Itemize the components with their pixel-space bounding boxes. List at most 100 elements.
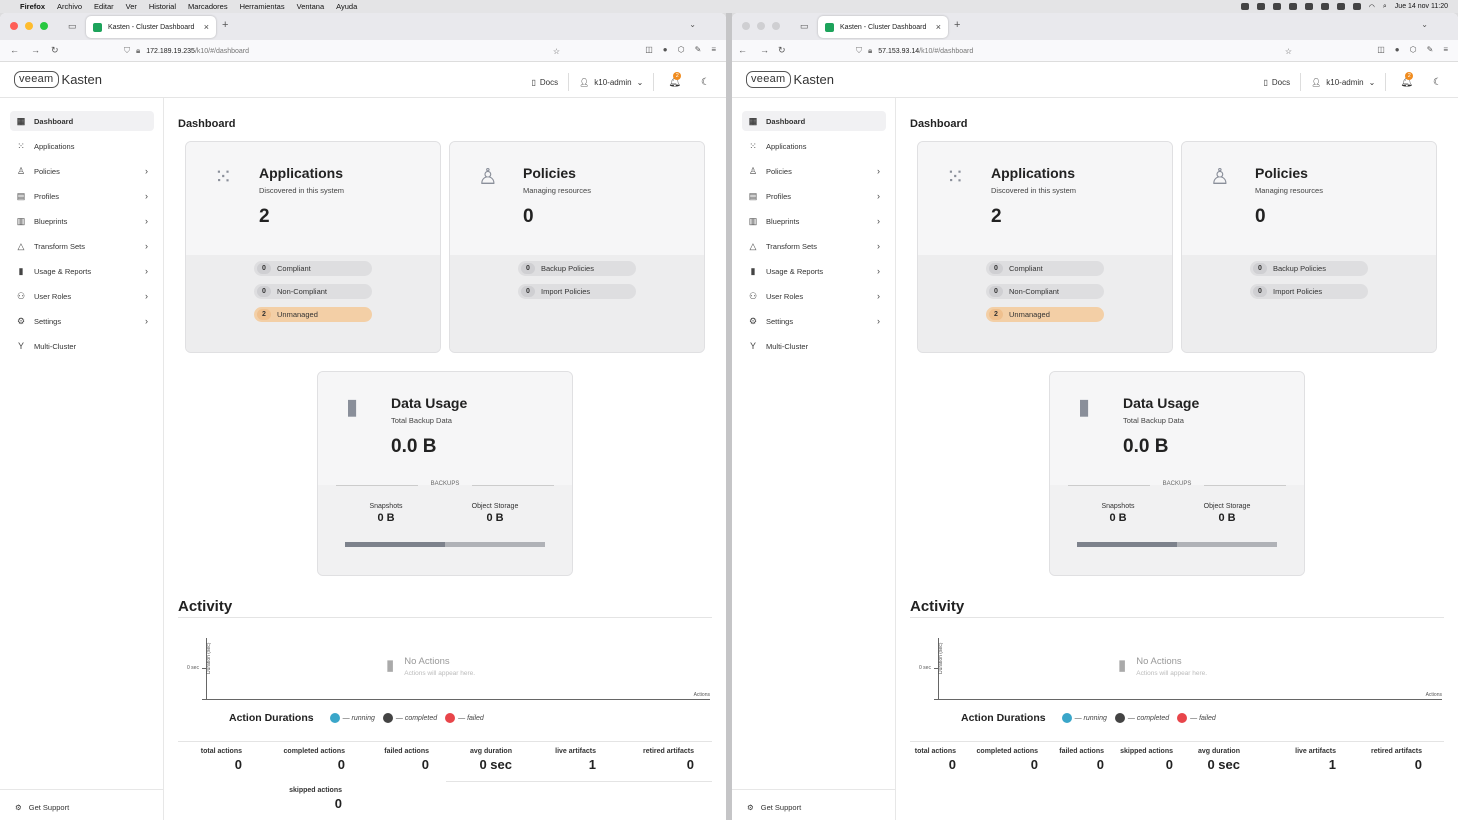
- close-window-button[interactable]: [742, 22, 750, 30]
- menu-ayuda[interactable]: Ayuda: [336, 2, 357, 11]
- pill-import-policies[interactable]: 0 Import Policies: [518, 284, 636, 299]
- get-support-link[interactable]: ⚙ Get Support: [15, 803, 69, 812]
- sidebar-item-usage-reports[interactable]: ▮ Usage & Reports ›: [742, 261, 886, 281]
- sidebar-item-blueprints[interactable]: ▥ Blueprints ›: [742, 211, 886, 231]
- sidebar-item-profiles[interactable]: ▤ Profiles ›: [10, 186, 154, 206]
- docs-link[interactable]: ▯ Docs: [1263, 78, 1290, 87]
- menu-icon[interactable]: ≡: [1443, 45, 1448, 54]
- user-menu[interactable]: 👤︎ k10-admin ⌄: [579, 78, 643, 87]
- sidebar-item-applications[interactable]: ⁙ Applications: [10, 136, 154, 156]
- clock[interactable]: Jue 14 nov 11:20: [1395, 3, 1448, 10]
- sidebar-item-transform-sets[interactable]: △ Transform Sets ›: [742, 236, 886, 256]
- sidebar-item-settings[interactable]: ⚙ Settings ›: [742, 311, 886, 331]
- sidebar-item-user-roles[interactable]: ⚇ User Roles ›: [10, 286, 154, 306]
- sidebar-item-profiles[interactable]: ▤ Profiles ›: [742, 186, 886, 206]
- reload-icon[interactable]: ↻: [51, 45, 59, 56]
- tab-overview-icon[interactable]: ▭: [800, 21, 809, 32]
- applications-card[interactable]: ⁙ Applications Discovered in this system…: [185, 141, 441, 353]
- status-icon[interactable]: [1352, 3, 1361, 10]
- menu-icon[interactable]: ≡: [711, 45, 716, 54]
- lock-icon[interactable]: 🔒︎: [136, 46, 140, 56]
- status-icon[interactable]: [1240, 3, 1249, 10]
- pill-backup-policies[interactable]: 0 Backup Policies: [518, 261, 636, 276]
- browser-tab[interactable]: Kasten - Cluster Dashboard ×: [86, 16, 216, 38]
- minimize-window-button[interactable]: [757, 22, 765, 30]
- reload-icon[interactable]: ↻: [778, 45, 786, 56]
- browser-tab[interactable]: Kasten - Cluster Dashboard ×: [818, 16, 948, 38]
- sidebar-item-multi-cluster[interactable]: Y Multi-Cluster: [10, 336, 154, 356]
- url-bar[interactable]: ⛉ 🔒︎ 57.153.93.14/k10/#/dashboard ☆: [848, 42, 1300, 60]
- legend-completed[interactable]: — completed: [1114, 713, 1169, 723]
- dark-mode-moon-icon[interactable]: ☾: [1433, 77, 1442, 88]
- status-icon[interactable]: [1288, 3, 1297, 10]
- zoom-window-button[interactable]: [40, 22, 48, 30]
- search-icon[interactable]: ⌕: [1383, 3, 1387, 11]
- status-icon[interactable]: [1336, 3, 1345, 10]
- status-icon[interactable]: [1320, 3, 1329, 10]
- forward-icon[interactable]: →: [760, 45, 769, 55]
- extensions-icon[interactable]: ⬡: [1410, 45, 1417, 54]
- forward-icon[interactable]: →: [31, 45, 40, 55]
- zoom-window-button[interactable]: [772, 22, 780, 30]
- lock-icon[interactable]: 🔒︎: [868, 46, 872, 56]
- veeam-kasten-logo[interactable]: veeam Kasten: [746, 71, 834, 88]
- sidebar-item-dashboard[interactable]: ▦ Dashboard: [742, 111, 886, 131]
- pocket-icon[interactable]: ◫: [1377, 45, 1385, 54]
- pill-compliant[interactable]: 0 Compliant: [254, 261, 372, 276]
- sidebar-item-policies[interactable]: ♙ Policies ›: [10, 161, 154, 181]
- menu-editar[interactable]: Editar: [94, 2, 114, 11]
- pill-compliant[interactable]: 0 Compliant: [986, 261, 1104, 276]
- list-tabs-icon[interactable]: ⌄: [1421, 20, 1428, 29]
- get-support-link[interactable]: ⚙ Get Support: [747, 803, 801, 812]
- pill-unmanaged[interactable]: 2 Unmanaged: [254, 307, 372, 322]
- legend-failed[interactable]: — failed: [1177, 713, 1216, 723]
- status-icon[interactable]: [1256, 3, 1265, 10]
- back-icon[interactable]: ←: [738, 45, 747, 55]
- pocket-icon[interactable]: ◫: [645, 45, 653, 54]
- legend-completed[interactable]: — completed: [382, 713, 437, 723]
- sidebar-item-policies[interactable]: ♙ Policies ›: [742, 161, 886, 181]
- close-tab-icon[interactable]: ×: [204, 22, 209, 32]
- status-icon[interactable]: [1304, 3, 1313, 10]
- data-usage-card[interactable]: ▮ Data Usage Total Backup Data 0.0 B BAC…: [317, 371, 573, 576]
- docs-link[interactable]: ▯ Docs: [531, 78, 558, 87]
- policies-card[interactable]: ♙ Policies Managing resources 0 0 Backup …: [1181, 141, 1437, 353]
- sidebar-item-blueprints[interactable]: ▥ Blueprints ›: [10, 211, 154, 231]
- menu-marcadores[interactable]: Marcadores: [188, 2, 228, 11]
- pill-import-policies[interactable]: 0 Import Policies: [1250, 284, 1368, 299]
- close-tab-icon[interactable]: ×: [936, 22, 941, 32]
- data-usage-card[interactable]: ▮ Data Usage Total Backup Data 0.0 B BAC…: [1049, 371, 1305, 576]
- sidebar-item-transform-sets[interactable]: △ Transform Sets ›: [10, 236, 154, 256]
- pill-non-compliant[interactable]: 0 Non-Compliant: [986, 284, 1104, 299]
- menu-ver[interactable]: Ver: [126, 2, 137, 11]
- pill-backup-policies[interactable]: 0 Backup Policies: [1250, 261, 1368, 276]
- sidebar-item-user-roles[interactable]: ⚇ User Roles ›: [742, 286, 886, 306]
- menu-ventana[interactable]: Ventana: [297, 2, 325, 11]
- status-icon[interactable]: [1272, 3, 1281, 10]
- user-menu[interactable]: 👤︎ k10-admin ⌄: [1311, 78, 1375, 87]
- wifi-icon[interactable]: ◠: [1369, 3, 1375, 11]
- menu-herramientas[interactable]: Herramientas: [240, 2, 285, 11]
- legend-running[interactable]: — running: [1061, 713, 1107, 723]
- account-icon[interactable]: ●: [663, 45, 668, 54]
- notifications-bell-icon[interactable]: 🔔︎ 2: [668, 71, 682, 88]
- menu-historial[interactable]: Historial: [149, 2, 176, 11]
- list-tabs-icon[interactable]: ⌄: [689, 20, 696, 29]
- tab-overview-icon[interactable]: ▭: [68, 21, 77, 32]
- dark-mode-moon-icon[interactable]: ☾: [701, 77, 710, 88]
- applications-card[interactable]: ⁙ Applications Discovered in this system…: [917, 141, 1173, 353]
- sidebar-item-dashboard[interactable]: ▦ Dashboard: [10, 111, 154, 131]
- extensions-icon[interactable]: ⬡: [678, 45, 685, 54]
- account-icon[interactable]: ●: [1395, 45, 1400, 54]
- edit-icon[interactable]: ✎: [1427, 45, 1434, 54]
- new-tab-button[interactable]: +: [222, 19, 228, 31]
- policies-card[interactable]: ♙ Policies Managing resources 0 0 Backup …: [449, 141, 705, 353]
- sidebar-item-multi-cluster[interactable]: Y Multi-Cluster: [742, 336, 886, 356]
- url-bar[interactable]: ⛉ 🔒︎ 172.189.19.235/k10/#/dashboard ☆: [116, 42, 568, 60]
- bookmark-star-icon[interactable]: ☆: [1285, 47, 1292, 56]
- menu-archivo[interactable]: Archivo: [57, 2, 82, 11]
- close-window-button[interactable]: [10, 22, 18, 30]
- new-tab-button[interactable]: +: [954, 19, 960, 31]
- sidebar-item-applications[interactable]: ⁙ Applications: [742, 136, 886, 156]
- edit-icon[interactable]: ✎: [695, 45, 702, 54]
